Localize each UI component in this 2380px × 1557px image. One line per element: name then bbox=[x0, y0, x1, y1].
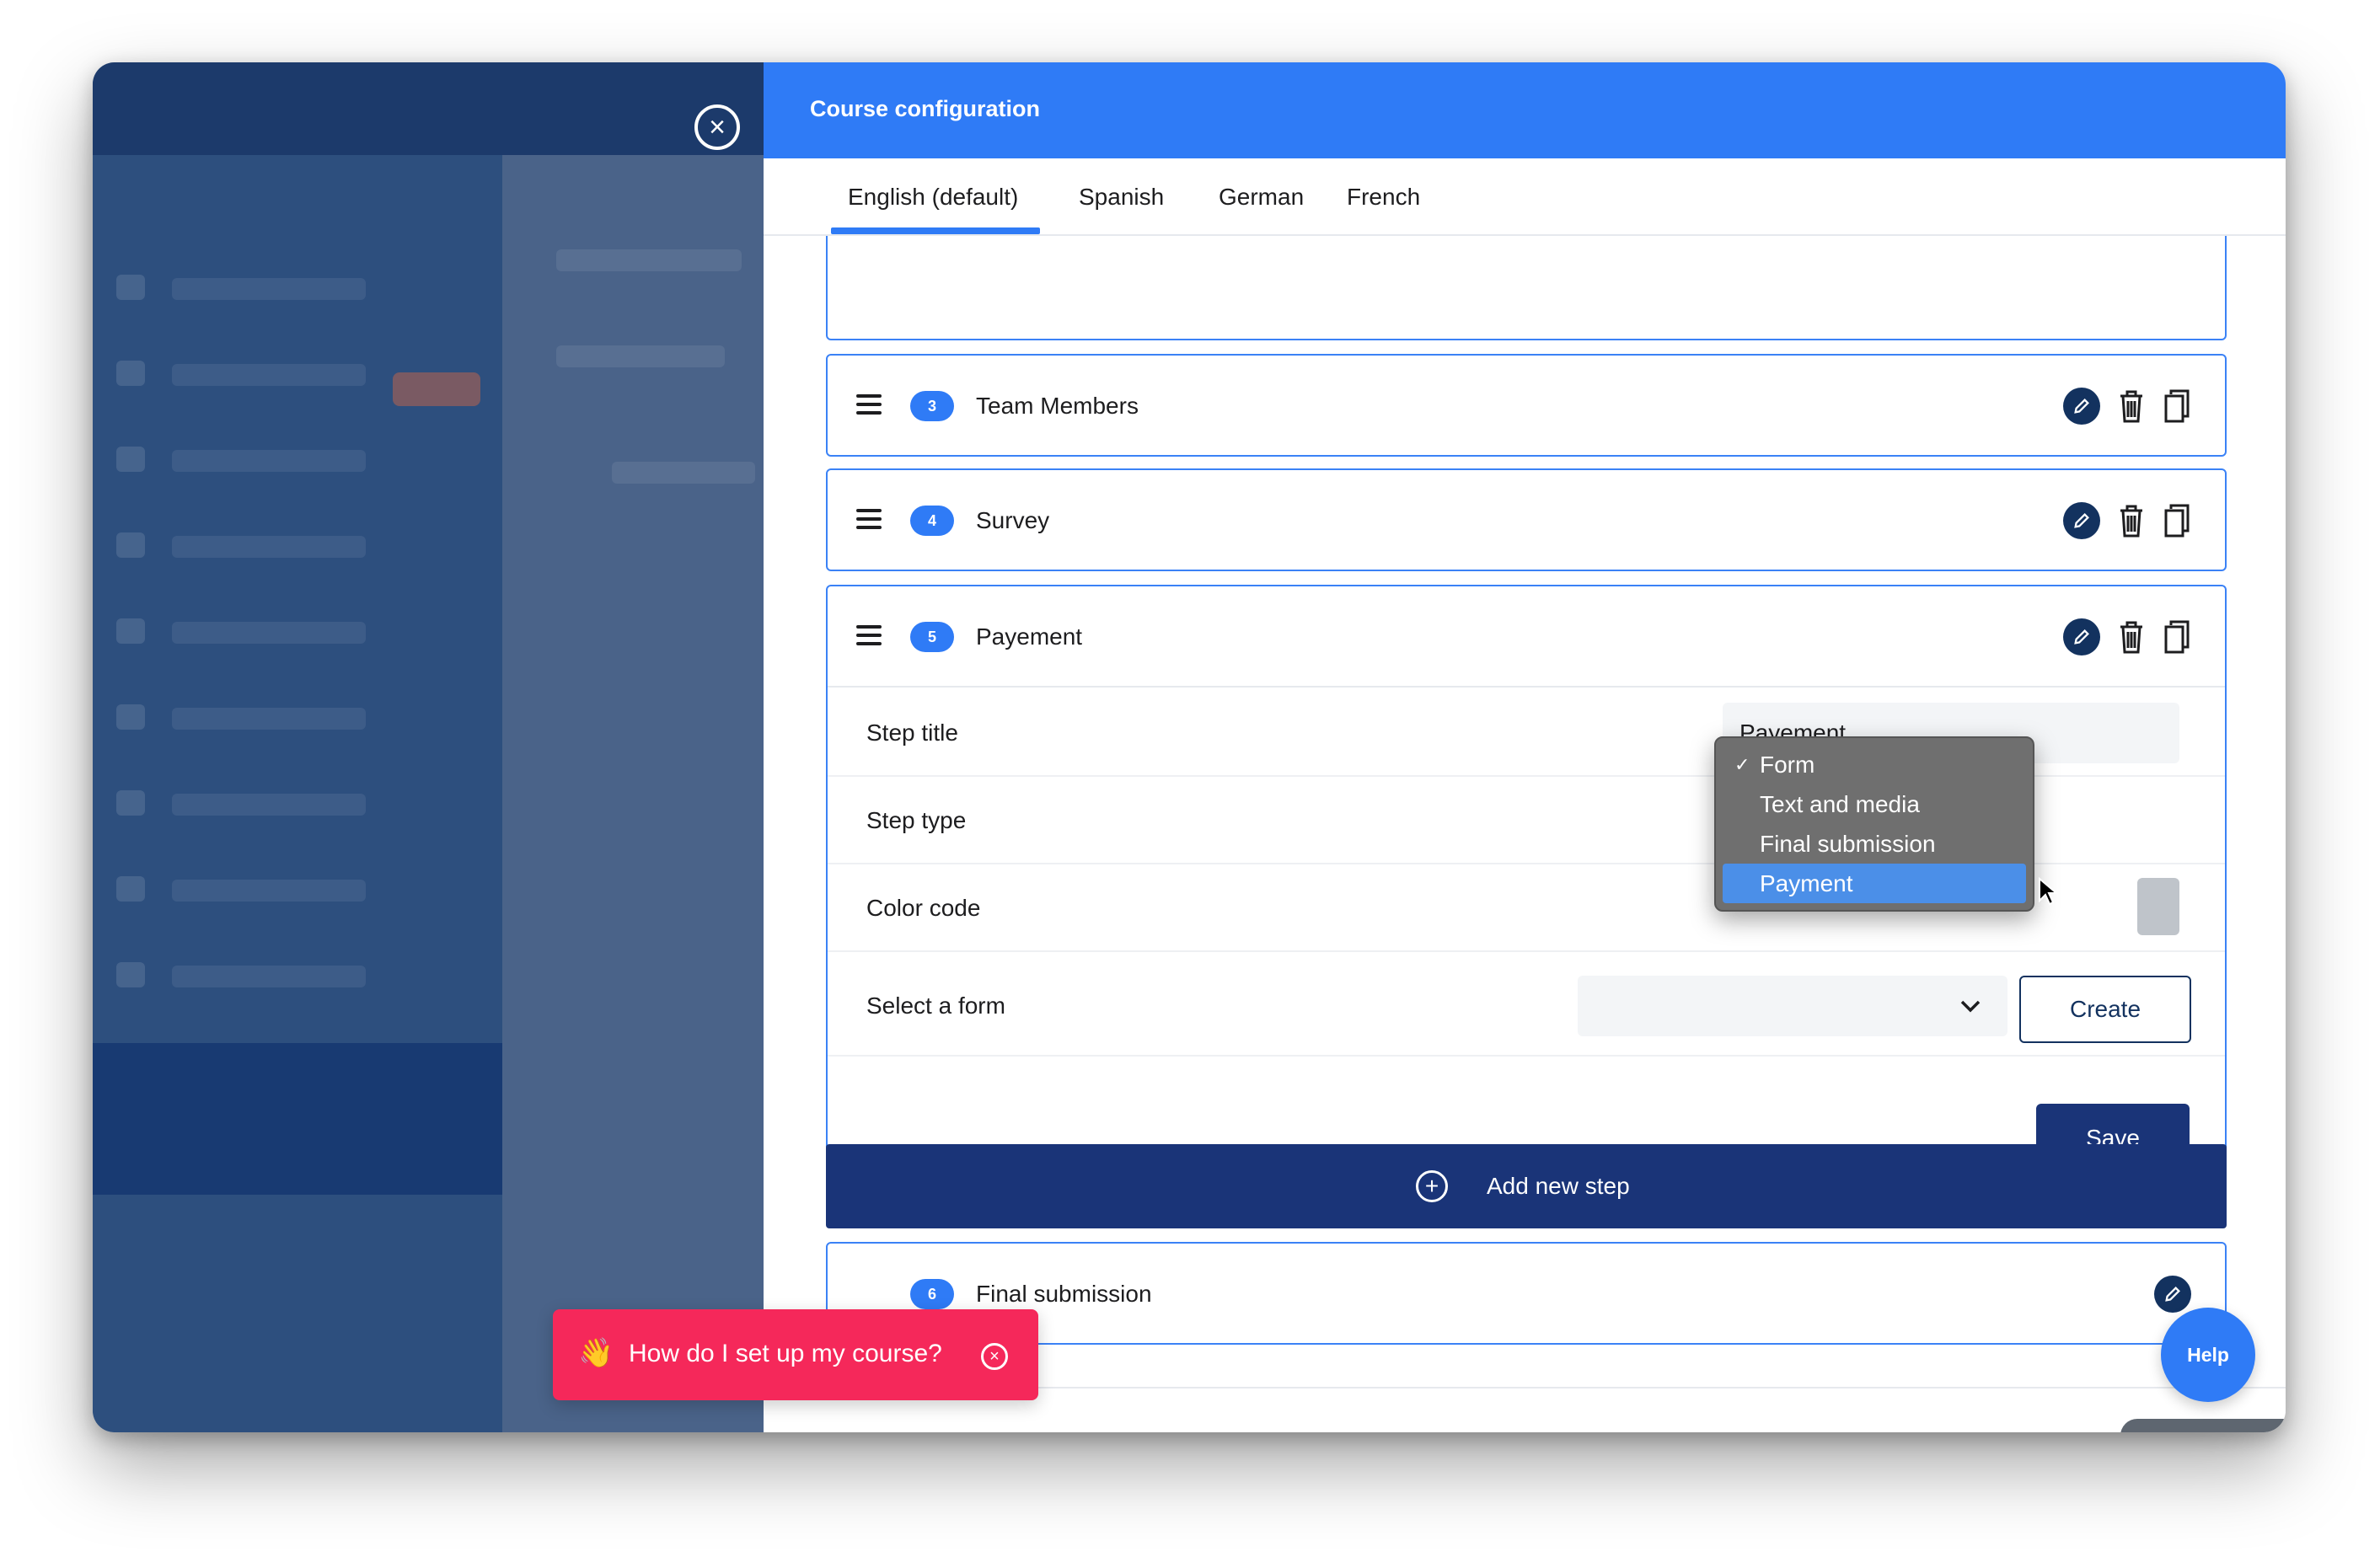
background-sidebar-icon bbox=[116, 876, 145, 902]
step-number-badge: 6 bbox=[910, 1279, 954, 1309]
tab-spanish[interactable]: Spanish bbox=[1079, 184, 1164, 211]
tab-english[interactable]: English (default) bbox=[848, 184, 1018, 211]
step-name: Survey bbox=[976, 507, 1050, 533]
panel-header: Course configuration bbox=[764, 62, 2286, 158]
drag-handle-icon[interactable] bbox=[856, 394, 882, 415]
step-card-header: 5 Payement bbox=[828, 586, 2225, 688]
step-type-label: Step type bbox=[866, 807, 967, 833]
chevron-down-icon bbox=[1960, 1000, 1981, 1013]
background-sidebar-item bbox=[172, 536, 366, 558]
background-sidebar-item bbox=[172, 450, 366, 472]
copy-icon[interactable] bbox=[2163, 618, 2191, 655]
mouse-pointer-icon bbox=[2039, 877, 2058, 906]
background-sidebar-active-section bbox=[93, 1043, 502, 1195]
copy-icon[interactable] bbox=[2163, 388, 2191, 425]
background-sidebar-item bbox=[172, 794, 366, 816]
background-sidebar-item bbox=[172, 966, 366, 987]
close-panel-button[interactable]: × bbox=[694, 104, 740, 150]
option-form[interactable]: ✓ Form bbox=[1723, 745, 2026, 784]
plus-circle-icon: + bbox=[1416, 1170, 1448, 1202]
tab-french[interactable]: French bbox=[1347, 184, 1420, 211]
option-text-and-media[interactable]: Text and media bbox=[1723, 784, 2026, 824]
background-sidebar-item bbox=[172, 880, 366, 902]
step-title-label: Step title bbox=[866, 720, 958, 746]
edit-icon[interactable] bbox=[2063, 388, 2100, 425]
background-sidebar-item bbox=[172, 708, 366, 730]
waving-hand-icon: 👋 bbox=[578, 1337, 614, 1369]
option-label: Form bbox=[1760, 752, 1815, 778]
background-sidebar-icon bbox=[116, 704, 145, 730]
step-card: 3 Team Members bbox=[826, 354, 2227, 457]
help-button[interactable]: Help bbox=[2161, 1308, 2255, 1402]
create-form-button[interactable]: Create bbox=[2019, 976, 2191, 1043]
background-topbar bbox=[93, 62, 764, 155]
option-label: Final submission bbox=[1760, 831, 1936, 857]
step-name: Team Members bbox=[976, 393, 1139, 419]
step-number-badge: 4 bbox=[910, 506, 954, 536]
background-tab bbox=[556, 345, 725, 367]
edit-icon[interactable] bbox=[2154, 1276, 2191, 1313]
background-sidebar-icon bbox=[116, 618, 145, 644]
language-tabs: English (default) Spanish German French bbox=[764, 158, 2286, 236]
background-sidebar bbox=[93, 155, 502, 1432]
option-payment[interactable]: Payment bbox=[1723, 864, 2026, 903]
add-new-step-label: Add new step bbox=[1487, 1173, 1630, 1199]
active-tab-indicator bbox=[831, 227, 1040, 234]
edit-icon[interactable] bbox=[2063, 502, 2100, 539]
background-heading bbox=[556, 249, 742, 271]
step-name: Payement bbox=[976, 623, 1083, 650]
color-swatch[interactable] bbox=[2137, 878, 2179, 935]
background-sidebar-item bbox=[172, 364, 366, 386]
background-sidebar-icon bbox=[116, 962, 145, 987]
onboarding-toast[interactable]: 👋 How do I set up my course? × bbox=[553, 1309, 1038, 1400]
step-card-header: 3 Team Members bbox=[828, 356, 2225, 457]
trash-icon[interactable] bbox=[2117, 502, 2146, 539]
copy-icon[interactable] bbox=[2163, 502, 2191, 539]
background-row bbox=[612, 462, 755, 484]
step-card: 4 Survey bbox=[826, 468, 2227, 571]
background-app-overlay bbox=[93, 62, 764, 1432]
color-code-label: Color code bbox=[866, 895, 981, 921]
background-sidebar-icon bbox=[116, 361, 145, 386]
background-sidebar-icon bbox=[116, 790, 145, 816]
toggle-switch[interactable] bbox=[2120, 1419, 2286, 1432]
form-select-dropdown[interactable] bbox=[1578, 976, 2007, 1036]
step-card-header: 4 Survey bbox=[828, 470, 2225, 571]
toast-text: How do I set up my course? bbox=[629, 1340, 942, 1367]
option-final-submission[interactable]: Final submission bbox=[1723, 824, 2026, 864]
background-sidebar-item bbox=[172, 278, 366, 300]
drag-handle-icon[interactable] bbox=[856, 625, 882, 645]
drag-handle-icon[interactable] bbox=[856, 509, 882, 529]
panel-title: Course configuration bbox=[810, 96, 1041, 121]
trash-icon[interactable] bbox=[2117, 618, 2146, 655]
background-sidebar-icon bbox=[116, 275, 145, 300]
background-sidebar-icon bbox=[116, 532, 145, 558]
background-sidebar-item bbox=[172, 622, 366, 644]
option-label: Text and media bbox=[1760, 791, 1920, 817]
background-main bbox=[502, 155, 764, 1432]
option-label: Payment bbox=[1760, 870, 1853, 896]
course-configuration-panel: Course configuration English (default) S… bbox=[764, 62, 2286, 1432]
background-badge bbox=[393, 372, 480, 406]
step-type-options-menu: ✓ Form Text and media Final submission Pa… bbox=[1714, 736, 2034, 912]
add-new-step-button[interactable]: + Add new step bbox=[826, 1144, 2227, 1228]
background-sidebar-icon bbox=[116, 447, 145, 472]
select-form-label: Select a form bbox=[866, 993, 1005, 1019]
checkmark-icon: ✓ bbox=[1734, 754, 1750, 775]
tab-german[interactable]: German bbox=[1219, 184, 1304, 211]
close-toast-icon[interactable]: × bbox=[981, 1343, 1008, 1370]
edit-icon[interactable] bbox=[2063, 618, 2100, 655]
trash-icon[interactable] bbox=[2117, 388, 2146, 425]
step-number-badge: 5 bbox=[910, 622, 954, 652]
select-form-row: Select a form Create bbox=[828, 952, 2225, 1057]
step-number-badge: 3 bbox=[910, 391, 954, 421]
step-name: Final submission bbox=[976, 1281, 1152, 1307]
